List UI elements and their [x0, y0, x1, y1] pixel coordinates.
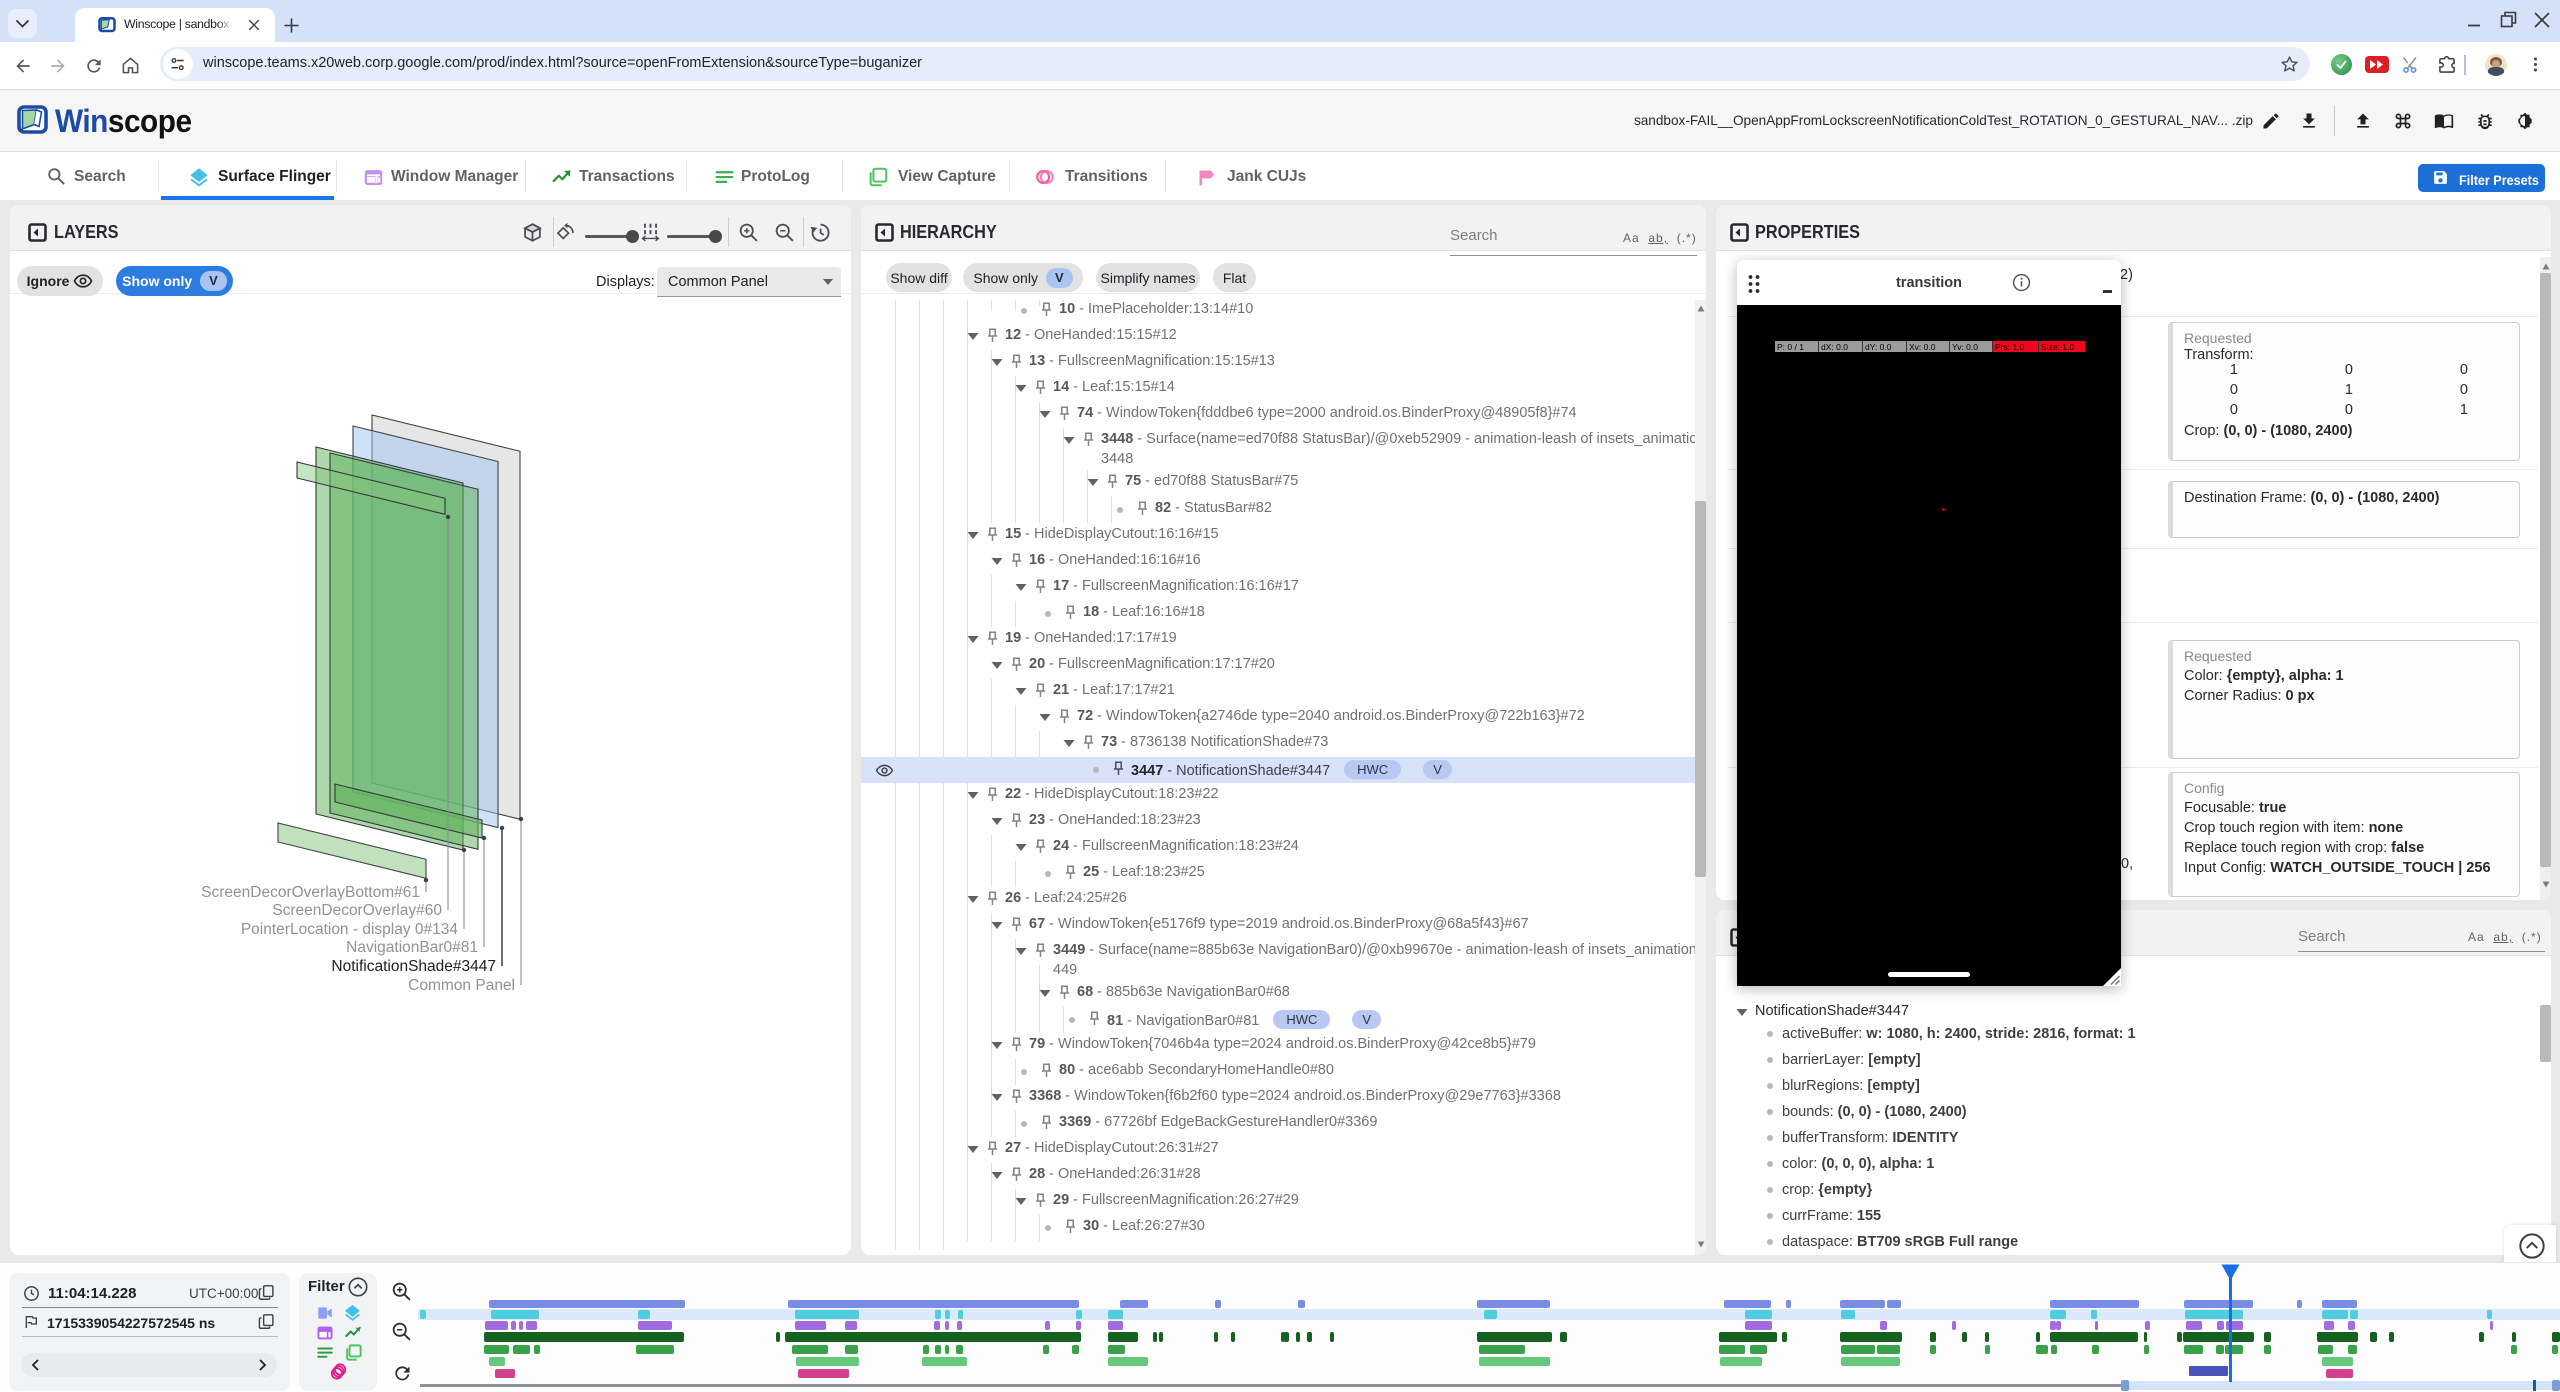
- svg-text:ScreenDecorOverlay#60: ScreenDecorOverlay#60: [272, 902, 442, 919]
- svg-text:PointerLocation - display 0#13: PointerLocation - display 0#134: [241, 921, 459, 938]
- svg-text:NotificationShade#3447: NotificationShade#3447: [331, 958, 496, 975]
- svg-text:ScreenDecorOverlayBottom#61: ScreenDecorOverlayBottom#61: [201, 884, 420, 901]
- svg-text:Common Panel: Common Panel: [408, 977, 515, 994]
- svg-text:NavigationBar0#81: NavigationBar0#81: [346, 939, 478, 956]
